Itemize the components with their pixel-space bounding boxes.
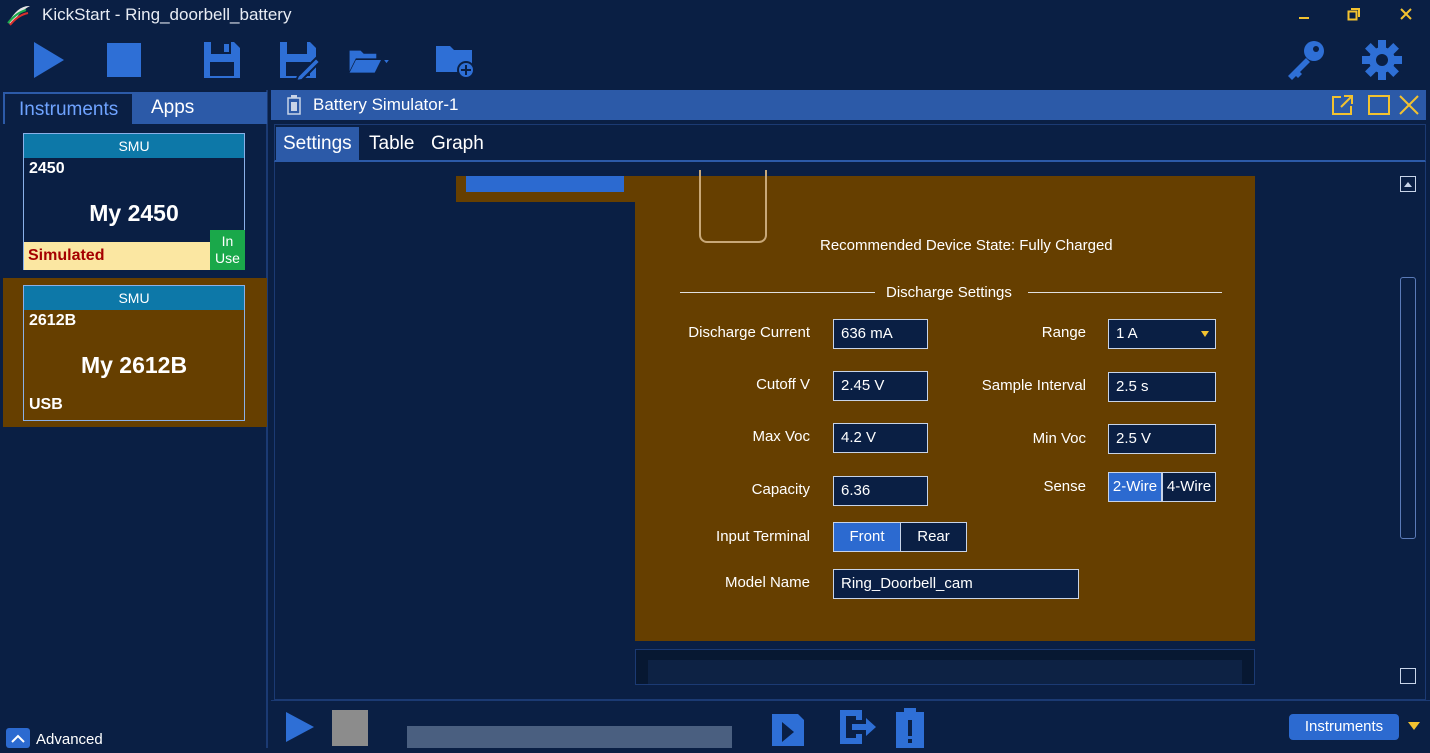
sample-interval-label: Sample Interval <box>981 377 1086 394</box>
tab-graph[interactable]: Graph <box>424 127 491 161</box>
arrow-up-icon <box>1404 182 1412 187</box>
discharge-current-label: Discharge Current <box>688 324 810 341</box>
progress-bar <box>407 726 732 748</box>
close-icon <box>1400 8 1412 20</box>
app-logo-icon <box>7 5 30 26</box>
max-voc-label: Max Voc <box>752 428 810 445</box>
card-type: SMU <box>24 134 244 158</box>
dropdown-arrow-icon <box>1201 331 1209 337</box>
card-model: 2450 <box>29 160 65 177</box>
advanced-toggle[interactable] <box>6 728 30 748</box>
instruments-button[interactable]: Instruments <box>1289 714 1399 740</box>
open-folder-icon[interactable] <box>348 38 392 82</box>
chevron-up-icon <box>11 734 25 743</box>
pop-out-icon[interactable] <box>1331 94 1355 116</box>
section-title: Discharge Settings <box>886 284 1012 301</box>
close-button[interactable] <box>1386 2 1426 28</box>
input-terminal-label: Input Terminal <box>716 528 810 545</box>
gear-icon[interactable] <box>1360 38 1404 82</box>
section-divider <box>1028 292 1222 293</box>
terminal-front-button[interactable]: Front <box>833 522 901 552</box>
instrument-card-2450[interactable]: SMU 2450 My 2450 Simulated In Use <box>23 133 245 270</box>
minimize-icon <box>1299 17 1309 19</box>
min-voc-field[interactable]: 2.5 V <box>1108 424 1216 454</box>
scroll-up-button[interactable] <box>1400 176 1416 192</box>
sense-4wire-button[interactable]: 4-Wire <box>1162 472 1216 502</box>
left-tabs: Instruments Apps <box>3 92 267 124</box>
sample-interval-field[interactable]: 2.5 s <box>1108 372 1216 402</box>
tab-settings[interactable]: Settings <box>276 127 359 161</box>
tab-instruments[interactable]: Instruments <box>5 92 133 124</box>
device-illustration <box>699 170 767 243</box>
run-icon[interactable] <box>284 710 316 744</box>
sense-label: Sense <box>1043 478 1086 495</box>
stop-icon[interactable] <box>102 38 146 82</box>
sense-2wire-button[interactable]: 2-Wire <box>1108 472 1162 502</box>
battery-icon <box>287 95 301 115</box>
model-name-field[interactable]: Ring_Doorbell_cam <box>833 569 1079 599</box>
new-folder-icon[interactable] <box>434 38 478 82</box>
maximize-icon[interactable] <box>1367 94 1391 116</box>
run-step-icon[interactable] <box>770 710 806 746</box>
save-as-icon[interactable] <box>276 38 320 82</box>
save-icon[interactable] <box>200 38 244 82</box>
card-name: My 2450 <box>89 200 179 226</box>
range-select[interactable]: 1 A <box>1108 319 1216 349</box>
connection-label: USB <box>29 396 63 413</box>
key-icon[interactable] <box>1284 38 1328 82</box>
card-name: My 2612B <box>80 352 188 378</box>
run-icon[interactable] <box>26 38 70 82</box>
title-bar: KickStart - Ring_doorbell_battery <box>0 0 1430 30</box>
cutoff-v-label: Cutoff V <box>756 376 810 393</box>
min-voc-label: Min Voc <box>1032 430 1086 447</box>
tab-apps[interactable]: Apps <box>137 92 208 124</box>
window-title: KickStart - Ring_doorbell_battery <box>42 5 292 24</box>
clipboard-alert-icon[interactable] <box>894 708 926 748</box>
status-badge: Simulated <box>24 242 210 270</box>
close-icon[interactable] <box>1397 94 1421 116</box>
diagram-bar <box>466 176 624 192</box>
recommended-state: Recommended Device State: Fully Charged <box>820 237 1113 254</box>
section-divider <box>680 292 875 293</box>
card-type: SMU <box>24 286 244 310</box>
document-header: Battery Simulator-1 <box>271 90 1426 120</box>
restore-icon <box>1347 8 1360 21</box>
lower-panel-bar <box>648 660 1242 684</box>
tab-table[interactable]: Table <box>362 127 421 161</box>
document-title: Battery Simulator-1 <box>313 95 459 114</box>
vertical-scrollbar[interactable] <box>1398 174 1418 689</box>
minimize-button[interactable] <box>1284 2 1324 28</box>
chevron-down-icon[interactable] <box>1408 722 1420 732</box>
model-name-label: Model Name <box>724 574 810 591</box>
advanced-label: Advanced <box>36 731 103 748</box>
range-label: Range <box>1041 324 1086 341</box>
instrument-card-2612b[interactable]: SMU 2612B My 2612B USB <box>23 285 245 421</box>
scroll-down-button[interactable] <box>1400 668 1416 684</box>
toolbar <box>0 30 1430 88</box>
in-use-badge: In Use <box>210 230 245 270</box>
stop-button[interactable] <box>332 710 368 746</box>
terminal-rear-button[interactable]: Rear <box>900 522 967 552</box>
range-value: 1 A <box>1116 325 1138 342</box>
export-icon[interactable] <box>836 708 876 746</box>
capacity-label: Capacity <box>751 481 810 498</box>
card-model: 2612B <box>29 312 77 329</box>
scroll-thumb[interactable] <box>1400 277 1416 539</box>
in-use-label: In Use <box>215 233 240 266</box>
restore-button[interactable] <box>1334 2 1374 28</box>
document-tabs: Settings Table Graph <box>274 124 1426 162</box>
